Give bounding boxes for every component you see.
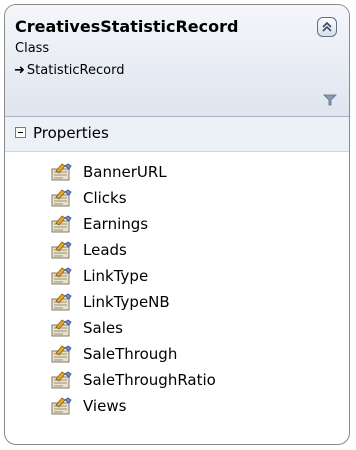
class-name: CreativesStatisticRecord (15, 17, 239, 36)
property-item[interactable]: Earnings (5, 212, 349, 238)
class-stereotype: Class (15, 41, 50, 56)
property-item[interactable]: Sales (5, 316, 349, 342)
property-label: Clicks (83, 189, 127, 207)
property-icon (51, 189, 72, 207)
property-label: Views (83, 397, 127, 415)
property-label: LinkTypeNB (83, 293, 170, 311)
base-type-label: StatisticRecord (26, 63, 125, 78)
property-icon (51, 163, 72, 181)
property-icon (51, 397, 72, 415)
property-item[interactable]: Leads (5, 238, 349, 264)
properties-section-header[interactable]: Properties (5, 117, 349, 152)
property-icon (51, 319, 72, 337)
property-label: LinkType (83, 267, 149, 285)
property-item[interactable]: LinkType (5, 264, 349, 290)
double-chevron-up-icon (322, 21, 332, 32)
property-icon (51, 267, 72, 285)
property-icon (51, 215, 72, 233)
property-label: Sales (83, 319, 123, 337)
minus-box-icon[interactable] (15, 127, 26, 138)
property-label: Earnings (83, 215, 149, 233)
class-header: CreativesStatisticRecord Class ➜ Statisti… (5, 5, 349, 117)
property-icon (51, 345, 72, 363)
property-label: Leads (83, 241, 127, 259)
property-icon (51, 293, 72, 311)
base-type-row: ➜ StatisticRecord (14, 63, 124, 78)
property-label: SaleThroughRatio (83, 371, 216, 389)
property-icon (51, 371, 72, 389)
section-title: Properties (33, 124, 109, 142)
property-item[interactable]: SaleThrough (5, 342, 349, 368)
property-item[interactable]: LinkTypeNB (5, 290, 349, 316)
property-item[interactable]: Clicks (5, 186, 349, 212)
property-item[interactable]: BannerURL (5, 160, 349, 186)
property-label: SaleThrough (83, 345, 178, 363)
properties-list: BannerURL Clicks Earnings Leads LinkType (5, 160, 349, 420)
property-item[interactable]: SaleThroughRatio (5, 368, 349, 394)
property-item[interactable]: Views (5, 394, 349, 420)
collapse-button[interactable] (317, 17, 337, 37)
property-icon (51, 241, 72, 259)
property-label: BannerURL (83, 163, 167, 181)
class-shape[interactable]: CreativesStatisticRecord Class ➜ Statisti… (4, 4, 350, 445)
inheritance-arrow-icon: ➜ (14, 63, 25, 78)
filter-funnel-icon[interactable] (323, 93, 337, 107)
